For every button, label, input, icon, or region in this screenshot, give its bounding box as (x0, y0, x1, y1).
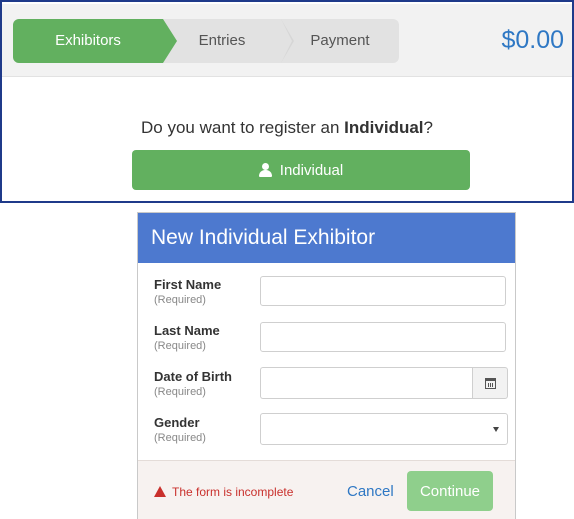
last-name-hint: (Required) (154, 340, 206, 352)
form-incomplete-message: The form is incomplete (172, 485, 294, 499)
first-name-input[interactable] (260, 276, 506, 306)
modal-title: New Individual Exhibitor (151, 226, 376, 249)
last-name-input[interactable] (260, 322, 506, 352)
question-prefix: Do you want to register an (141, 118, 345, 137)
modal-header: New Individual Exhibitor (138, 213, 515, 263)
step-exhibitors[interactable]: Exhibitors (13, 19, 177, 63)
warning-icon (154, 486, 166, 497)
first-name-hint: (Required) (154, 294, 206, 306)
dob-input[interactable] (260, 367, 472, 399)
continue-button[interactable]: Continue (407, 471, 493, 511)
frame-border-top (0, 0, 574, 2)
caret-down-icon (493, 427, 499, 432)
calendar-button[interactable] (472, 367, 508, 399)
wizard-steps: Exhibitors Entries Payment (13, 19, 399, 63)
frame-border-bottom (0, 201, 574, 203)
cancel-button[interactable]: Cancel (347, 483, 394, 500)
gender-select[interactable] (260, 413, 508, 445)
question-suffix: ? (423, 118, 433, 137)
register-question: Do you want to register an Individual? (0, 118, 574, 138)
dob-hint: (Required) (154, 386, 206, 398)
dob-label: Date of Birth (154, 369, 232, 384)
last-name-label: Last Name (154, 323, 220, 338)
calendar-icon (485, 378, 496, 389)
gender-hint: (Required) (154, 432, 206, 444)
modal-footer: The form is incomplete Cancel Continue (138, 460, 515, 519)
registration-panel: Exhibitors Entries Payment $0.00 Do you … (0, 0, 574, 203)
individual-button[interactable]: Individual (132, 150, 470, 190)
user-icon (258, 163, 272, 177)
wizard-bar: Exhibitors Entries Payment $0.00 (2, 4, 572, 77)
dob-field (260, 367, 508, 399)
cart-total: $0.00 (501, 26, 564, 54)
step-entries[interactable]: Entries (163, 19, 294, 63)
new-exhibitor-modal: New Individual Exhibitor First Name (Req… (137, 212, 516, 519)
question-bold: Individual (344, 118, 424, 137)
step-payment[interactable]: Payment (281, 19, 399, 63)
gender-label: Gender (154, 415, 200, 430)
individual-button-label: Individual (279, 161, 344, 179)
first-name-label: First Name (154, 277, 222, 292)
